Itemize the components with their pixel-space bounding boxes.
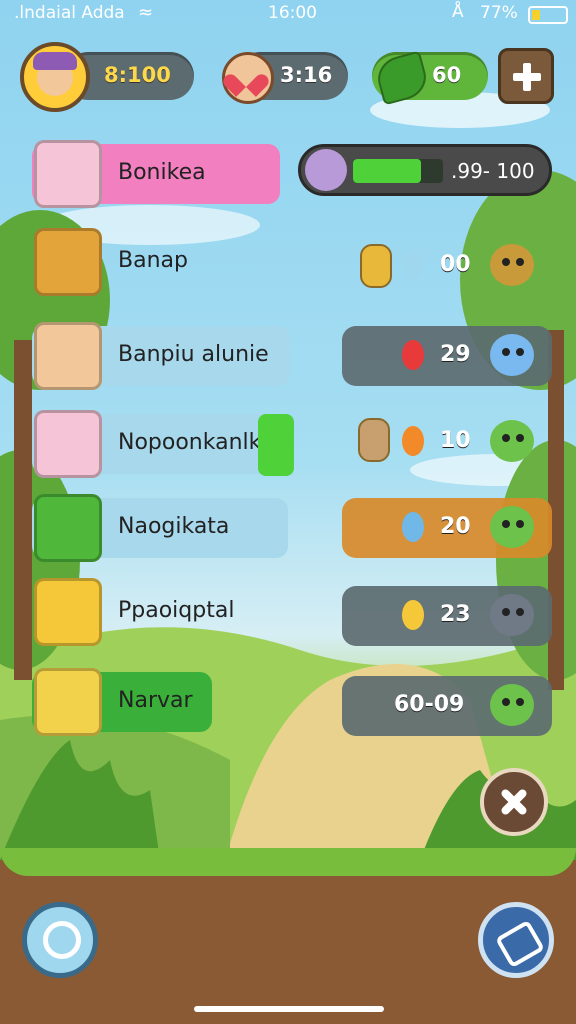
close-button[interactable] (480, 768, 548, 836)
menu-label-3[interactable]: Banpiu alunie (118, 342, 269, 367)
stat-value-5: 23 (440, 602, 471, 627)
pencil-icon (34, 668, 102, 736)
game-scene: .lndaial Adda ≈ 16:00 Å 77% 8:100 3:16 6… (0, 0, 576, 1024)
hearts-value: 3:16 (280, 63, 333, 87)
grandma-portrait-icon (34, 140, 102, 208)
progress-panel: .99- 100 (298, 144, 552, 196)
status-bar: .lndaial Adda ≈ 16:00 Å 77% (0, 0, 576, 28)
stat-value-4: 20 (440, 514, 471, 539)
wifi-icon: ≈ (138, 2, 154, 23)
heart-badge (222, 52, 274, 104)
menu-label-2[interactable]: Banap (118, 248, 188, 273)
battery-icon (528, 6, 568, 24)
search-icon (43, 921, 81, 959)
grass-edge (0, 848, 576, 876)
bomb-icon (34, 578, 102, 646)
boy-reading-icon (34, 322, 102, 390)
menu-label-7[interactable]: Narvar (118, 688, 193, 713)
progress-fill (353, 159, 421, 183)
monster-icon (490, 684, 534, 726)
notice-board-icon (34, 228, 102, 296)
progress-text: .99- 100 (451, 159, 535, 183)
gem-icon (402, 512, 424, 542)
monster-icon (490, 506, 534, 548)
search-button[interactable] (22, 902, 98, 978)
progress-track (353, 159, 443, 183)
coin-icon (360, 244, 392, 288)
gem-icon (402, 426, 424, 456)
menu-label-4[interactable]: Nopoonkanlka (118, 430, 274, 455)
home-indicator[interactable] (194, 1006, 384, 1012)
coins-value: 8:100 (104, 63, 171, 87)
map-icon (495, 919, 545, 969)
menu-button[interactable] (498, 48, 554, 104)
player-avatar[interactable] (20, 42, 90, 112)
carrier-name: .lndaial Adda (14, 3, 125, 23)
monster-icon (490, 244, 534, 286)
coin-icon (358, 418, 390, 462)
heart-icon (234, 65, 260, 89)
monster-icon (490, 334, 534, 376)
menu-label-1[interactable]: Bonikea (118, 160, 206, 185)
gem-icon (402, 600, 424, 630)
stat-value-6: 60-09 (394, 692, 465, 717)
green-board-icon (34, 494, 102, 562)
monster-icon (490, 594, 534, 636)
bluetooth-icon: Å (452, 2, 464, 22)
stat-value-3: 10 (440, 428, 471, 453)
avatar-hat-icon (33, 52, 77, 70)
battery-percent: 77% (480, 3, 518, 23)
stat-value-2: 29 (440, 342, 471, 367)
stat-value-1: 00 (440, 252, 471, 277)
gem-icon (402, 250, 424, 280)
leaves-value: 60 (432, 63, 462, 87)
monster-icon (490, 420, 534, 462)
menu-label-6[interactable]: Ppaoiqptal (118, 598, 234, 623)
clock: 16:00 (268, 3, 317, 23)
row-toggle-tab[interactable] (258, 414, 294, 476)
old-man-portrait-icon (34, 410, 102, 478)
gem-icon (402, 340, 424, 370)
character-avatar-icon (305, 149, 347, 191)
map-button[interactable] (478, 902, 554, 978)
menu-label-5[interactable]: Naogikata (118, 514, 229, 539)
